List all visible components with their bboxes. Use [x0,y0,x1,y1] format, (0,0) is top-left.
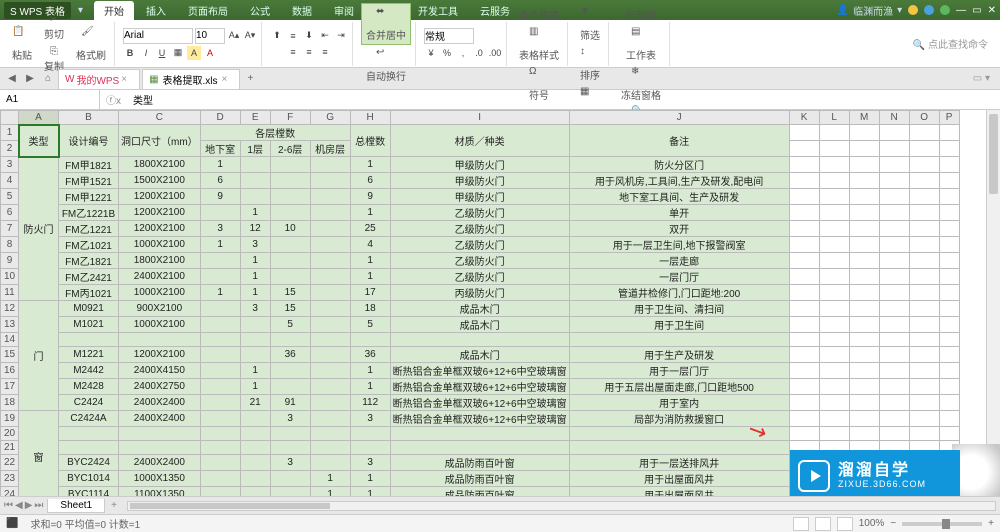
user-badge[interactable]: 👤 临渊而渔▾ [837,3,902,18]
watermark-brand: 溜溜自学ZIXUE.3D66.COM [790,450,960,502]
font-name-select[interactable] [123,28,193,44]
document-tabs: ◀ ▶ ⌂ W我的WPS× ▦表格提取.xls× + ▭ ▾ [0,68,1000,90]
name-box[interactable]: A1 [0,90,100,109]
feedback-icon[interactable] [940,5,950,15]
indent-inc-icon[interactable]: ⇥ [334,29,348,43]
view-break-icon[interactable] [837,517,853,531]
menu-tab-3[interactable]: 公式 [240,1,280,20]
indent-dec-icon[interactable]: ⇤ [318,29,332,43]
sheet-last-icon[interactable]: ⏭ [34,500,43,511]
ribbon: 📋粘贴 ✂ 剪切 ⎘ 复制 🖌格式刷 A▴ A▾ B I U ▦ A A ⬆ ≡ [0,20,1000,68]
help-icon[interactable] [924,5,934,15]
status-bar: ⬛ 求和=0 平均值=0 计数=1 100% − + [0,514,1000,532]
align-middle-icon[interactable]: ≡ [286,29,300,43]
cut-button[interactable]: ✂ 剪切 [40,12,68,43]
percent-icon[interactable]: % [440,46,454,60]
paste-button[interactable]: 📋粘贴 [8,24,36,64]
menu-tab-5[interactable]: 审阅 [324,1,364,20]
wrap-text-button[interactable]: ↩自动换行 [362,45,410,85]
font-color-icon[interactable]: A [203,46,217,60]
inc-decimal-icon[interactable]: .0 [472,46,486,60]
zoom-in-icon[interactable]: + [988,518,994,529]
fx-icon[interactable]: ⓕx [100,92,127,107]
add-sheet-icon[interactable]: + [105,500,123,511]
menu-tabs: 开始插入页面布局公式数据审阅视图开发工具云服务 [94,1,520,20]
restore-icon[interactable]: ▭ [972,5,981,16]
sheet-first-icon[interactable]: ⏮ [4,500,13,511]
sheet-tabs-bar: ⏮ ◀ ▶ ⏭ Sheet1 + [0,496,1000,514]
sheet-next-icon[interactable]: ▶ [25,500,33,511]
doctab-menu-icon[interactable]: ▭ ▾ [973,73,996,84]
doctab-home-icon[interactable]: ⌂ [40,71,56,87]
align-left-icon[interactable]: ≡ [286,45,300,59]
close-icon[interactable]: ✕ [988,5,996,16]
border-icon[interactable]: ▦ [171,46,185,60]
doctab-prev-icon[interactable]: ◀ [4,71,20,87]
sort-button[interactable]: ↕排序 [576,44,604,84]
doctab-next-icon[interactable]: ▶ [22,71,38,87]
table-style-button[interactable]: ▥表格样式 [515,24,563,64]
close-icon[interactable]: × [222,74,228,85]
skin-icon[interactable] [908,5,918,15]
close-icon[interactable]: × [121,74,127,85]
command-search[interactable]: 🔍 点此查找命令 [913,36,996,51]
zoom-slider[interactable] [902,522,982,526]
currency-icon[interactable]: ¥ [424,46,438,60]
filter-button[interactable]: ▼筛选 [576,4,604,44]
menu-tab-7[interactable]: 开发工具 [408,1,468,20]
status-aggregate: 求和=0 平均值=0 计数=1 [30,516,140,531]
play-icon [798,460,830,492]
menu-tab-1[interactable]: 插入 [136,1,176,20]
align-right-icon[interactable]: ≡ [318,45,332,59]
view-page-icon[interactable] [815,517,831,531]
underline-icon[interactable]: U [155,46,169,60]
horizontal-scrollbar[interactable] [127,501,996,511]
sheet-prev-icon[interactable]: ◀ [15,500,23,511]
font-size-select[interactable] [195,28,225,44]
menu-tab-4[interactable]: 数据 [282,1,322,20]
worksheet-button[interactable]: ▤工作表 [622,24,660,64]
fill-color-icon[interactable]: A [187,46,201,60]
merge-center-button[interactable]: ⬌合并居中 [361,3,411,45]
grow-font-icon[interactable]: A▴ [227,29,241,43]
file-tab[interactable]: ▦表格提取.xls× [142,69,240,89]
shrink-font-icon[interactable]: A▾ [243,29,257,43]
dec-decimal-icon[interactable]: .00 [488,46,502,60]
minimize-icon[interactable]: — [956,5,966,16]
formula-input[interactable]: 类型 [127,92,1000,107]
align-top-icon[interactable]: ⬆ [270,29,284,43]
status-ready: ⬛ [6,518,18,529]
formula-bar: A1 ⓕx 类型 [0,90,1000,110]
bold-icon[interactable]: B [123,46,137,60]
cond-format-button[interactable]: ▦条件格式 [515,0,563,24]
italic-icon[interactable]: I [139,46,153,60]
view-normal-icon[interactable] [793,517,809,531]
zoom-level[interactable]: 100% [859,518,885,529]
menu-tab-8[interactable]: 云服务 [470,1,520,20]
menu-tab-2[interactable]: 页面布局 [178,1,238,20]
align-center-icon[interactable]: ≡ [302,45,316,59]
doctab-add-icon[interactable]: + [242,71,258,87]
titlebar: S WPS 表格 ▾ 开始插入页面布局公式数据审阅视图开发工具云服务 👤 临渊而… [0,0,1000,20]
my-wps-tab[interactable]: W我的WPS× [58,69,140,89]
sheet-tab[interactable]: Sheet1 [47,499,105,513]
format-painter-button[interactable]: 🖌格式刷 [72,24,110,64]
number-format-select[interactable] [424,28,474,44]
zoom-out-icon[interactable]: − [890,518,896,529]
comma-icon[interactable]: , [456,46,470,60]
row-col-button[interactable]: ▦行和列 [622,0,660,24]
align-bottom-icon[interactable]: ⬇ [302,29,316,43]
